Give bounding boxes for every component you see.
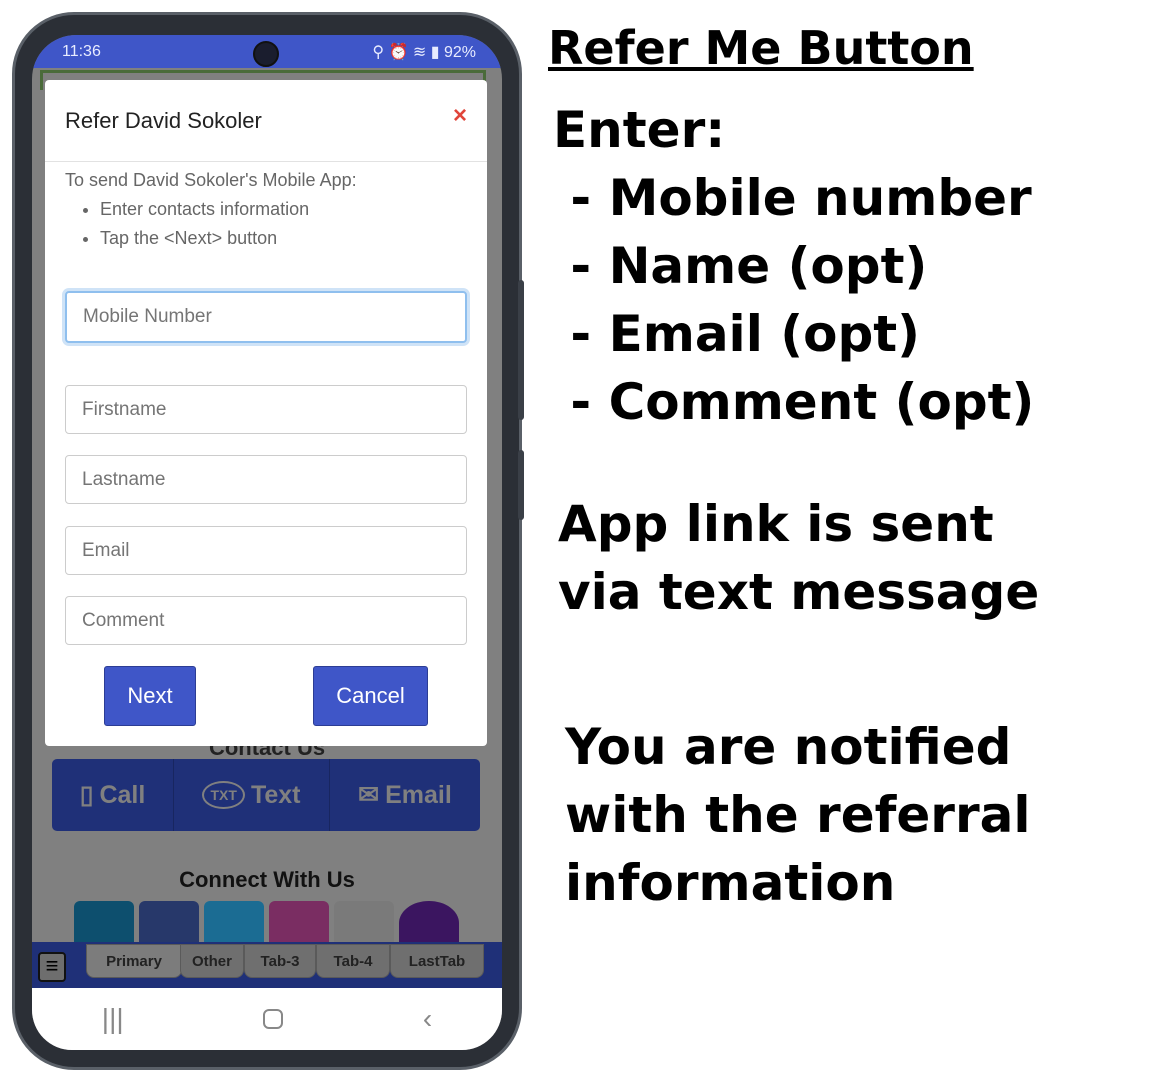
- annotation-notified: with the referral: [565, 786, 1031, 844]
- mobile-number-input[interactable]: [65, 291, 467, 343]
- lastname-input[interactable]: [65, 455, 467, 504]
- viber-icon[interactable]: [399, 901, 459, 945]
- hamburger-menu-icon[interactable]: ≡: [38, 952, 66, 982]
- connect-title: Connect With Us: [179, 867, 355, 892]
- phone-screen: 11:36 ⚲ ⏰ ≋ ▮ 92% Contact Us ▯ Call TXT Te…: [32, 35, 502, 1050]
- battery-level: ⚲ ⏰ ≋ ▮ 92%: [372, 43, 476, 61]
- comment-input[interactable]: [65, 596, 467, 645]
- power-button: [518, 450, 524, 520]
- envelope-icon: ✉: [358, 781, 380, 809]
- email-button[interactable]: ✉ Email: [330, 759, 480, 831]
- volume-button: [518, 280, 524, 420]
- next-button[interactable]: Next: [104, 666, 196, 726]
- tab-lasttab[interactable]: LastTab: [390, 944, 484, 978]
- annotation-notified: information: [565, 854, 896, 912]
- youtube-icon[interactable]: [334, 901, 394, 945]
- email-input[interactable]: [65, 526, 467, 575]
- signal-icon: ⚲ ⏰ ≋ ▮: [372, 43, 444, 61]
- annotation-notified: You are notified: [565, 718, 1012, 776]
- linkedin-icon[interactable]: [74, 901, 134, 945]
- twitter-icon[interactable]: [204, 901, 264, 945]
- text-button[interactable]: TXT Text: [174, 759, 330, 831]
- txt-bubble-icon: TXT: [202, 781, 245, 809]
- tab-4[interactable]: Tab-4: [316, 944, 390, 978]
- instagram-icon[interactable]: [269, 901, 329, 945]
- facebook-icon[interactable]: [139, 901, 199, 945]
- camera-icon: [253, 41, 279, 67]
- tab-primary[interactable]: Primary: [86, 944, 182, 978]
- contact-bar: ▯ Call TXT Text ✉ Email: [52, 759, 480, 831]
- close-icon[interactable]: ×: [453, 102, 467, 130]
- annotation-title: Refer Me Button: [548, 21, 974, 75]
- firstname-input[interactable]: [65, 385, 467, 434]
- annotation-item: - Comment (opt): [553, 373, 1035, 431]
- refer-modal: Refer David Sokoler × To send David Soko…: [45, 80, 487, 746]
- step: Enter contacts information: [100, 195, 357, 224]
- cancel-button[interactable]: Cancel: [313, 666, 428, 726]
- annotation-enter: Enter:: [553, 101, 726, 159]
- annotation-sent: App link is sent: [558, 495, 994, 553]
- home-icon[interactable]: [263, 1009, 284, 1029]
- tab-other[interactable]: Other: [180, 944, 244, 978]
- tab-3[interactable]: Tab-3: [244, 944, 316, 978]
- android-nav-bar: ||| ‹: [32, 988, 502, 1050]
- annotation-item: - Email (opt): [553, 305, 920, 363]
- annotation-item: - Mobile number: [553, 169, 1032, 227]
- divider: [45, 161, 487, 162]
- call-button[interactable]: ▯ Call: [52, 759, 174, 831]
- back-icon[interactable]: ‹: [423, 1003, 432, 1035]
- step: Tap the <Next> button: [100, 224, 357, 253]
- instructions: To send David Sokoler's Mobile App: Ente…: [65, 166, 357, 253]
- instructions-text: To send David Sokoler's Mobile App:: [65, 170, 357, 190]
- recent-apps-icon[interactable]: |||: [102, 1003, 124, 1035]
- annotation-item: - Name (opt): [553, 237, 928, 295]
- annotation-sent: via text message: [558, 563, 1040, 621]
- tab-bar: ≡ Primary Other Tab-3 Tab-4 LastTab: [32, 942, 502, 988]
- phone-icon: ▯: [79, 781, 94, 809]
- modal-title: Refer David Sokoler: [65, 108, 262, 133]
- status-time: 11:36: [62, 42, 101, 60]
